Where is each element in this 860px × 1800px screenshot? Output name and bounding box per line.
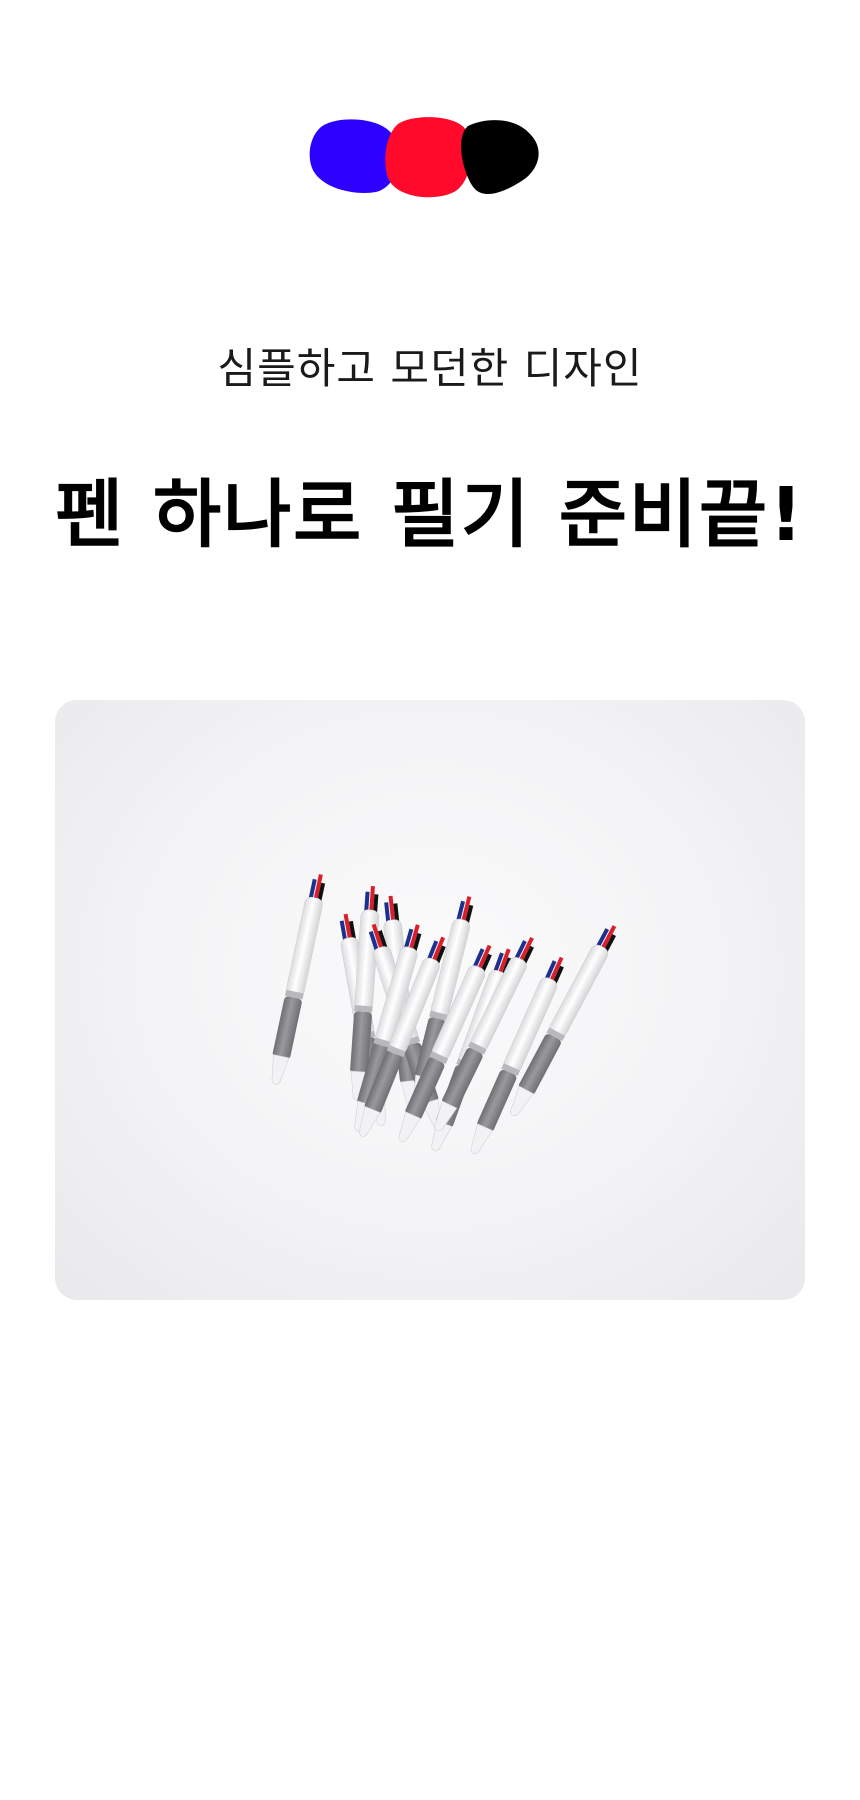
pens-illustration [265, 871, 623, 1158]
hero-subtitle: 심플하고 모던한 디자인 [217, 344, 643, 393]
red-blob [385, 117, 472, 198]
product-photo [55, 700, 805, 1300]
color-blobs-logo [309, 117, 539, 198]
hero-headline: 펜 하나로 필기 준비끝! [55, 472, 805, 558]
blue-blob [309, 119, 399, 193]
pen-bundle [265, 871, 623, 1158]
black-blob [461, 120, 539, 195]
